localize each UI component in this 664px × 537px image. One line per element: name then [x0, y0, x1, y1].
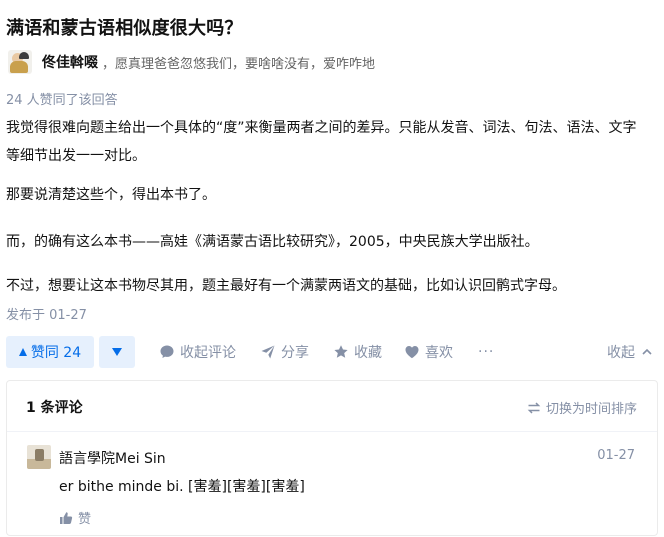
thumbs-up-icon [60, 511, 73, 524]
sort-label: 切换为时间排序 [545, 402, 637, 417]
more-icon: ··· [478, 344, 495, 360]
comments-header: 1 条评论 切换为时间排序 [7, 381, 657, 432]
comment-icon [160, 345, 174, 358]
favorite-label: 收藏 [354, 345, 382, 361]
comment-label: 收起评论 [180, 345, 236, 361]
author-avatar[interactable] [8, 50, 32, 74]
vote-up-label: 赞同 24 [30, 345, 82, 361]
answer-paragraph: 我觉得很难向题主给出一个具体的“度”来衡量两者之间的差异。只能从发音、词法、句法… [6, 120, 637, 164]
answer-card: 满语和蒙古语相似度很大吗？ 佟佳斡啜 ，愿真理爸爸忽悠我们，要啥啥没有，爱咋咋地… [0, 0, 664, 536]
comment-text: er bithe minde bi. [害羞][害羞][害羞] [59, 479, 305, 495]
like-label: 喜欢 [425, 345, 453, 361]
more-button[interactable]: ··· [478, 336, 494, 368]
swap-icon [527, 401, 541, 414]
like-button[interactable]: 喜欢 [404, 336, 453, 368]
answer-paragraph: 而，的确有这么本书——高娃《满语蒙古语比较研究》，2005，中央民族大学出版社。 [6, 234, 539, 250]
commenter-name[interactable]: 語言學院Mei Sin [59, 448, 166, 468]
comments-count: 1 条评论 [26, 400, 83, 416]
collapse-label: 收起 [607, 345, 635, 361]
author-bio: ，愿真理爸爸忽悠我们，要啥啥没有，爱咋咋地 [102, 56, 376, 72]
comment-time: 01-27 [597, 448, 635, 463]
action-bar: 赞同 24 收起评论 分享 收藏 喜欢 ··· 收起 [6, 336, 656, 368]
answer-paragraph: 那要说清楚这些个，得出本书了。 [6, 187, 216, 203]
published-time[interactable]: 发布于 01-27 [6, 304, 87, 323]
heart-icon [405, 346, 419, 359]
chevron-up-icon [642, 348, 652, 355]
triangle-down-icon [112, 348, 122, 356]
author-name[interactable]: 佟佳斡啜 [42, 52, 98, 72]
comment-like-label: 赞 [78, 512, 92, 527]
share-button[interactable]: 分享 [260, 336, 309, 368]
favorite-button[interactable]: 收藏 [333, 336, 382, 368]
question-title[interactable]: 满语和蒙古语相似度很大吗？ [6, 14, 243, 40]
answer-paragraph: 不过，想要让这本书物尽其用，题主最好有一个满蒙两语文的基础，比如认识回鹘式字母。 [6, 278, 566, 294]
comments-panel: 1 条评论 切换为时间排序 語言學院Mei Sin 01-27 er bithe… [6, 380, 658, 536]
vote-down-button[interactable] [99, 336, 135, 368]
triangle-up-icon [18, 348, 27, 356]
sort-toggle-button[interactable]: 切换为时间排序 [527, 398, 637, 417]
commenter-avatar[interactable] [27, 445, 51, 469]
collapse-comments-button[interactable]: 收起评论 [159, 336, 236, 368]
voters-count[interactable]: 24 人赞同了该回答 [6, 89, 118, 108]
share-label: 分享 [281, 345, 309, 361]
share-icon [261, 345, 275, 359]
star-icon [334, 345, 348, 358]
comment-item: 語言學院Mei Sin 01-27 er bithe minde bi. [害羞… [7, 432, 657, 537]
collapse-answer-button[interactable]: 收起 [607, 336, 653, 368]
comment-like-button[interactable]: 赞 [59, 508, 91, 527]
author-info: 佟佳斡啜 ，愿真理爸爸忽悠我们，要啥啥没有，爱咋咋地 [6, 50, 375, 74]
vote-up-button[interactable]: 赞同 24 [6, 336, 94, 368]
